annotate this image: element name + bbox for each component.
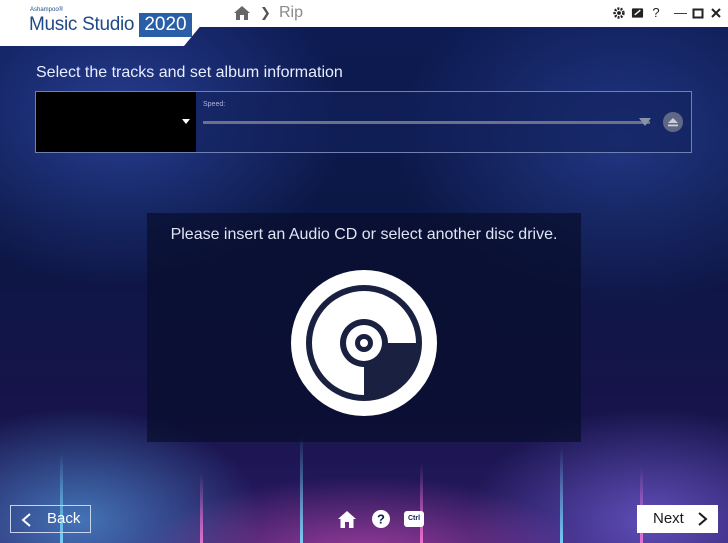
- next-button[interactable]: Next: [637, 505, 718, 533]
- drive-panel: Speed:: [35, 91, 692, 153]
- minimize-icon[interactable]: —: [674, 5, 687, 21]
- breadcrumb-separator: ❯: [260, 5, 271, 20]
- svg-text:?: ?: [377, 512, 385, 527]
- cd-panel: Please insert an Audio CD or select anot…: [147, 213, 581, 442]
- close-icon[interactable]: [710, 5, 722, 21]
- help-icon[interactable]: ?: [372, 510, 390, 528]
- brand-year: 2020: [139, 13, 192, 37]
- feedback-icon[interactable]: [631, 5, 644, 21]
- light-streak: [420, 463, 423, 543]
- back-button-label: Back: [47, 510, 81, 527]
- light-streak: [200, 473, 203, 543]
- chevron-right-icon: [698, 512, 708, 526]
- home-icon[interactable]: [233, 5, 251, 21]
- keyboard-shortcuts-icon[interactable]: Ctrl: [404, 511, 424, 527]
- back-button[interactable]: Back: [10, 505, 91, 533]
- instruction-text: Select the tracks and set album informat…: [36, 64, 343, 81]
- drive-select[interactable]: [36, 92, 196, 152]
- help-icon[interactable]: ?: [651, 5, 661, 21]
- settings-icon[interactable]: [612, 5, 626, 21]
- maximize-icon[interactable]: [692, 5, 704, 21]
- chevron-left-icon: [21, 513, 31, 527]
- brand-company: Ashampoo®: [30, 7, 64, 13]
- light-streak: [300, 433, 303, 543]
- speed-label: Speed:: [203, 101, 226, 108]
- speed-select[interactable]: [203, 121, 650, 124]
- brand-product: Music Studio: [29, 14, 135, 35]
- cd-icon: [291, 270, 437, 416]
- home-icon[interactable]: [337, 510, 357, 529]
- light-streak: [560, 448, 563, 543]
- cd-message: Please insert an Audio CD or select anot…: [170, 226, 558, 243]
- breadcrumb-current: Rip: [279, 4, 304, 21]
- chevron-down-icon: [639, 118, 651, 126]
- next-button-label: Next: [653, 510, 684, 527]
- eject-icon[interactable]: [663, 112, 683, 132]
- chevron-down-icon: [182, 119, 190, 124]
